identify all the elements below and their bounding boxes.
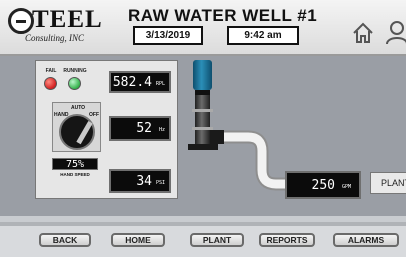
flow-value: 250 — [311, 178, 335, 193]
well-pump[interactable] — [180, 60, 226, 156]
frequency-value: 52 — [136, 121, 152, 136]
logo-mark-icon — [8, 8, 34, 34]
fail-label: FAIL — [45, 68, 57, 74]
running-label: RUNNING — [63, 68, 87, 74]
frequency-display: 52 Hz — [109, 116, 171, 141]
pressure-top-display: 582.4 RPL — [109, 71, 171, 93]
time-display: 9:42 am — [227, 26, 299, 45]
flow-unit: GPM — [341, 184, 351, 190]
pump-motor — [193, 60, 212, 90]
off-label: OFF — [89, 112, 99, 118]
pressure-value: 34 — [136, 174, 152, 189]
control-panel: FAIL RUNNING 582.4 RPL AUTO HAND OFF 52 … — [35, 60, 178, 199]
hand-speed-label: HAND SPEED — [60, 172, 90, 177]
logo-subtitle: Consulting, INC — [25, 33, 85, 43]
header-bar: TEEL Consulting, INC RAW WATER WELL #1 3… — [0, 0, 406, 56]
pressure-top-value: 582.4 — [112, 75, 152, 90]
reports-button[interactable]: REPORTS — [259, 233, 315, 247]
plant-side-button[interactable]: PLANT — [370, 172, 406, 194]
logo-text: TEEL — [32, 6, 103, 33]
flow-display: 250 GPM — [285, 171, 361, 199]
alarms-button[interactable]: ALARMS — [333, 233, 399, 247]
company-logo: TEEL Consulting, INC — [8, 6, 112, 46]
back-button[interactable]: BACK — [39, 233, 91, 247]
pressure-display: 34 PSI — [109, 169, 171, 193]
auto-label: AUTO — [71, 105, 86, 111]
date-display: 3/13/2019 — [133, 26, 203, 45]
hand-off-auto-selector[interactable]: AUTO HAND OFF — [52, 102, 101, 152]
page-title: RAW WATER WELL #1 — [128, 6, 318, 25]
frequency-unit: Hz — [158, 127, 165, 133]
home-icon[interactable] — [352, 22, 374, 44]
home-button[interactable]: HOME — [111, 233, 165, 247]
pressure-top-unit: RPL — [155, 81, 165, 87]
pump-body — [192, 95, 213, 144]
fail-indicator — [44, 77, 57, 90]
knob-pointer — [76, 120, 93, 145]
hand-speed-display[interactable]: 75% — [52, 158, 98, 170]
running-indicator — [68, 77, 81, 90]
pump-base — [188, 144, 218, 150]
user-icon[interactable] — [385, 20, 406, 44]
plant-button[interactable]: PLANT — [190, 233, 244, 247]
pressure-unit: PSI — [155, 180, 165, 186]
selector-knob[interactable] — [59, 114, 95, 150]
